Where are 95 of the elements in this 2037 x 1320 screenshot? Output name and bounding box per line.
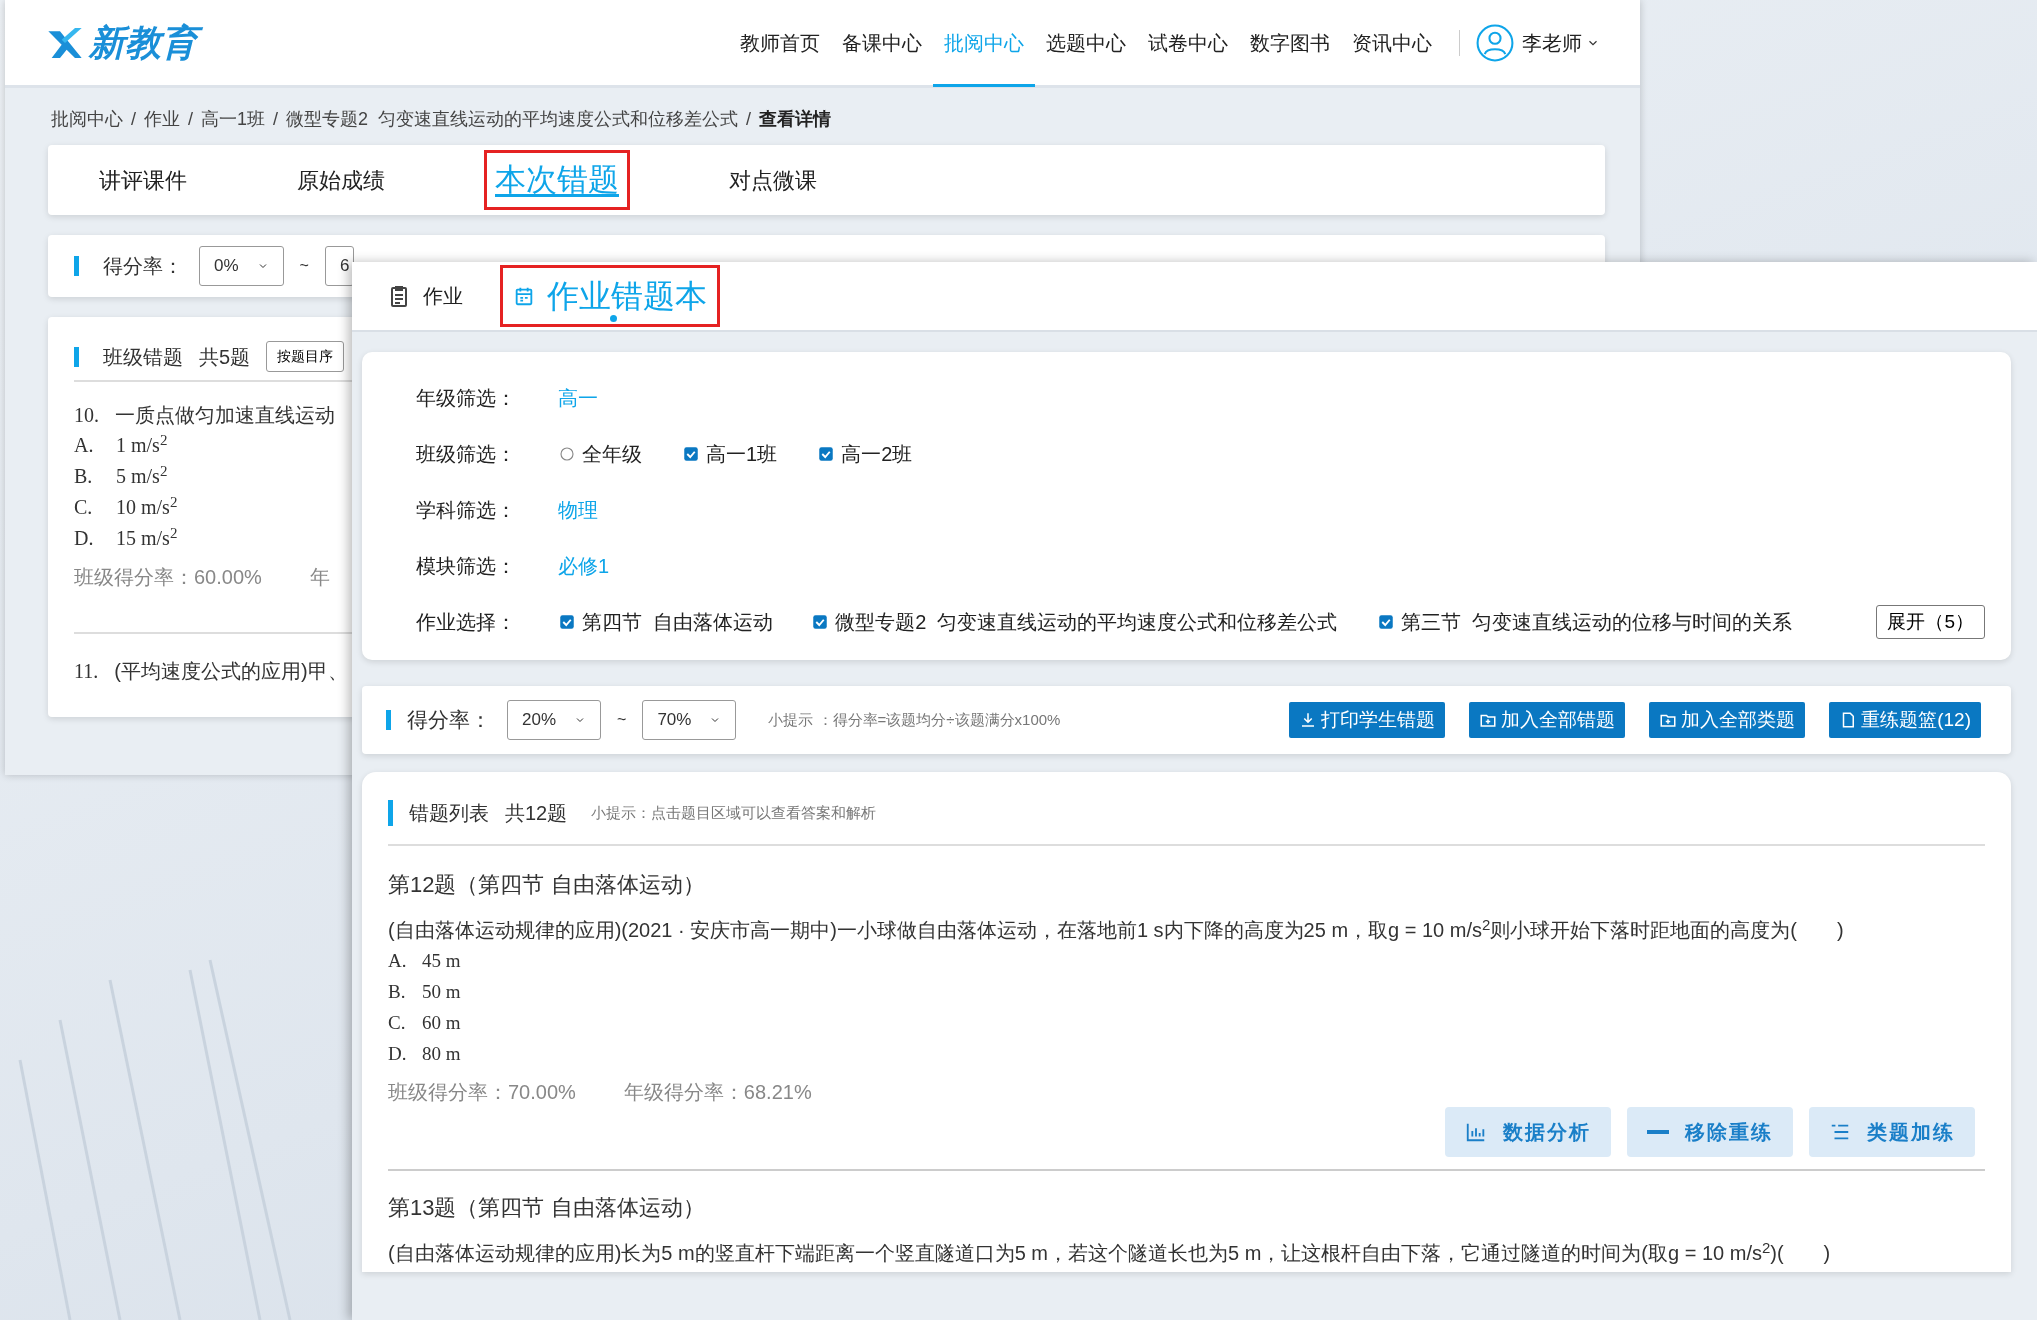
score-rate-label: 得分率： [103, 254, 183, 279]
radio-button[interactable] [558, 445, 576, 463]
option-letter: D. [388, 1042, 408, 1066]
filter-label: 作业选择： [416, 610, 517, 635]
breadcrumb-link[interactable]: 微型专题2 匀变速直线运动的平均速度公式和位移差公式 [286, 106, 739, 133]
option-letter: C. [388, 1011, 407, 1035]
option-letter: A. [74, 433, 95, 458]
checkbox-label: 微型专题2 匀变速直线运动的平均速度公式和位移差公式 [835, 610, 1338, 635]
action-button[interactable]: 加入全部错题 [1469, 701, 1626, 739]
breadcrumb-separator: / [746, 108, 752, 131]
filter-label: 班级筛选： [416, 442, 517, 467]
breadcrumb-separator: / [131, 108, 136, 131]
user-menu[interactable]: 李老师 [1522, 0, 1600, 87]
checkbox-label: 第三节 匀变速直线运动的位移与时间的关系 [1401, 610, 1793, 635]
option-letter: D. [74, 526, 95, 551]
list-title: 错题列表 [409, 801, 489, 826]
accent-bar [388, 800, 393, 826]
radio-label: 全年级 [582, 442, 642, 467]
nav-link[interactable]: 资讯中心 [1341, 0, 1443, 87]
checkbox-label: 高一1班 [706, 442, 778, 467]
breadcrumb-separator: / [188, 108, 194, 131]
count-text: 共5题 [199, 344, 251, 370]
list-title: 班级错题 [103, 344, 183, 370]
nav-link[interactable]: 备课中心 [831, 0, 933, 87]
checkbox[interactable] [1377, 613, 1396, 631]
checkbox[interactable] [817, 445, 836, 463]
breadcrumb-link[interactable]: 作业 [144, 106, 180, 133]
question-text: (自由落体运动规律的应用)长为5 m的竖直杆下端距离一个竖直隧道口为5 m，若这个隧道长也为5 m，让这根杆自由下落，它通过隧道的时间为(取g = 10 m/s$^{2}$)( ) [388, 1238, 1832, 1266]
nav-link[interactable]: 试卷中心 [1137, 0, 1239, 87]
option-letter: B. [74, 464, 94, 489]
option-text: 50 m [422, 980, 461, 1004]
action-button[interactable]: 加入全部类题 [1649, 701, 1806, 739]
tilde-text: ~ [617, 710, 627, 730]
tab[interactable]: 原始成绩 [286, 156, 396, 204]
count-text: 共12题 [505, 801, 568, 826]
accent-bar [74, 346, 79, 367]
dropdown[interactable]: 70% [642, 700, 737, 740]
tilde-text: ~ [299, 256, 309, 276]
question-number: 10. [74, 403, 99, 428]
question-text: 一质点做匀加速直线运动 [115, 403, 335, 428]
option-text: 80 m [422, 1042, 461, 1066]
class-score-rate: 班级得分率：60.00% [74, 565, 262, 590]
hint-text: 小提示 ：得分率=该题均分÷该题满分x100% [768, 709, 1061, 730]
sort-button[interactable]: 按题目序 [266, 341, 345, 372]
nav-link[interactable]: 选题中心 [1035, 0, 1137, 87]
calendar-icon [513, 285, 535, 307]
user-avatar-icon [1476, 23, 1514, 62]
filter-label: 年级筛选： [416, 386, 517, 411]
checkbox[interactable] [811, 613, 830, 631]
tab[interactable]: 讲评课件 [88, 156, 198, 204]
option-letter: C. [74, 495, 94, 520]
dropdown[interactable]: 6 [324, 246, 355, 286]
bar-chart-icon [1465, 1121, 1487, 1143]
score-rate-label: 得分率： [407, 707, 491, 734]
filter-label: 学科筛选： [416, 498, 517, 523]
breadcrumb-current: 查看详情 [759, 108, 832, 131]
option-text: 45 m [422, 949, 461, 973]
option-text: 1 m/s$^{2}$ [116, 430, 168, 458]
nav-link[interactable]: 数字图书 [1239, 0, 1341, 87]
accent-bar [74, 256, 79, 276]
logo-text: 新教育 [89, 15, 205, 70]
grade-score-rate: 年级得分率：68.21% [623, 1080, 812, 1105]
hint-text: 小提示：点击题目区域可以查看答案和解析 [591, 802, 877, 823]
action-button[interactable]: 重练题篮(12) [1829, 701, 1981, 739]
checkbox[interactable] [558, 613, 576, 631]
option-text: 60 m [422, 1011, 461, 1035]
question-heading: 第13题（第四节 自由落体运动） [388, 1194, 706, 1222]
question-text: (平均速度公式的应用)甲、 [114, 659, 348, 684]
minus-icon [1647, 1130, 1669, 1134]
question-text: (自由落体运动规律的应用)(2021 · 安庆市高一期中)一小球做自由落体运动，在落地前1 s内下降的高度为25 m，取g = 10 m/s$^{2}$则小球开始下落时距地面的高度为( ) [388, 915, 1845, 943]
accent-bar [386, 710, 391, 730]
filter-label: 模块筛选： [416, 554, 517, 579]
tab[interactable]: 对点微课 [718, 156, 828, 204]
expand-button[interactable]: 展开（5） [1876, 604, 1985, 640]
checkbox-label: 第四节 自由落体运动 [582, 610, 774, 635]
option-text: 15 m/s$^{2}$ [116, 523, 178, 551]
checkbox-label: 高一2班 [841, 442, 913, 467]
tab[interactable]: 作业 [374, 274, 476, 318]
question-heading: 第12题（第四节 自由落体运动） [388, 871, 706, 899]
option-letter: A. [388, 949, 408, 973]
dropdown[interactable]: 20% [507, 700, 602, 740]
option-text: 10 m/s$^{2}$ [116, 492, 178, 520]
option-letter: B. [388, 980, 407, 1004]
question-number: 11. [74, 659, 99, 684]
breadcrumb-separator: / [273, 108, 279, 131]
active-indicator-dot [610, 315, 617, 322]
nav-link[interactable]: 教师首页 [729, 0, 831, 87]
breadcrumb-link[interactable]: 高一1班 [201, 106, 266, 133]
action-button[interactable]: 打印学生错题 [1289, 701, 1446, 739]
breadcrumb-link[interactable]: 批阅中心 [51, 106, 123, 133]
class-score-rate: 班级得分率：70.00% [388, 1080, 576, 1105]
grade-score-rate: 年 [309, 565, 330, 590]
checkbox[interactable] [682, 445, 700, 463]
dropdown[interactable]: 0% [199, 246, 284, 286]
option-text: 5 m/s$^{2}$ [116, 461, 168, 489]
